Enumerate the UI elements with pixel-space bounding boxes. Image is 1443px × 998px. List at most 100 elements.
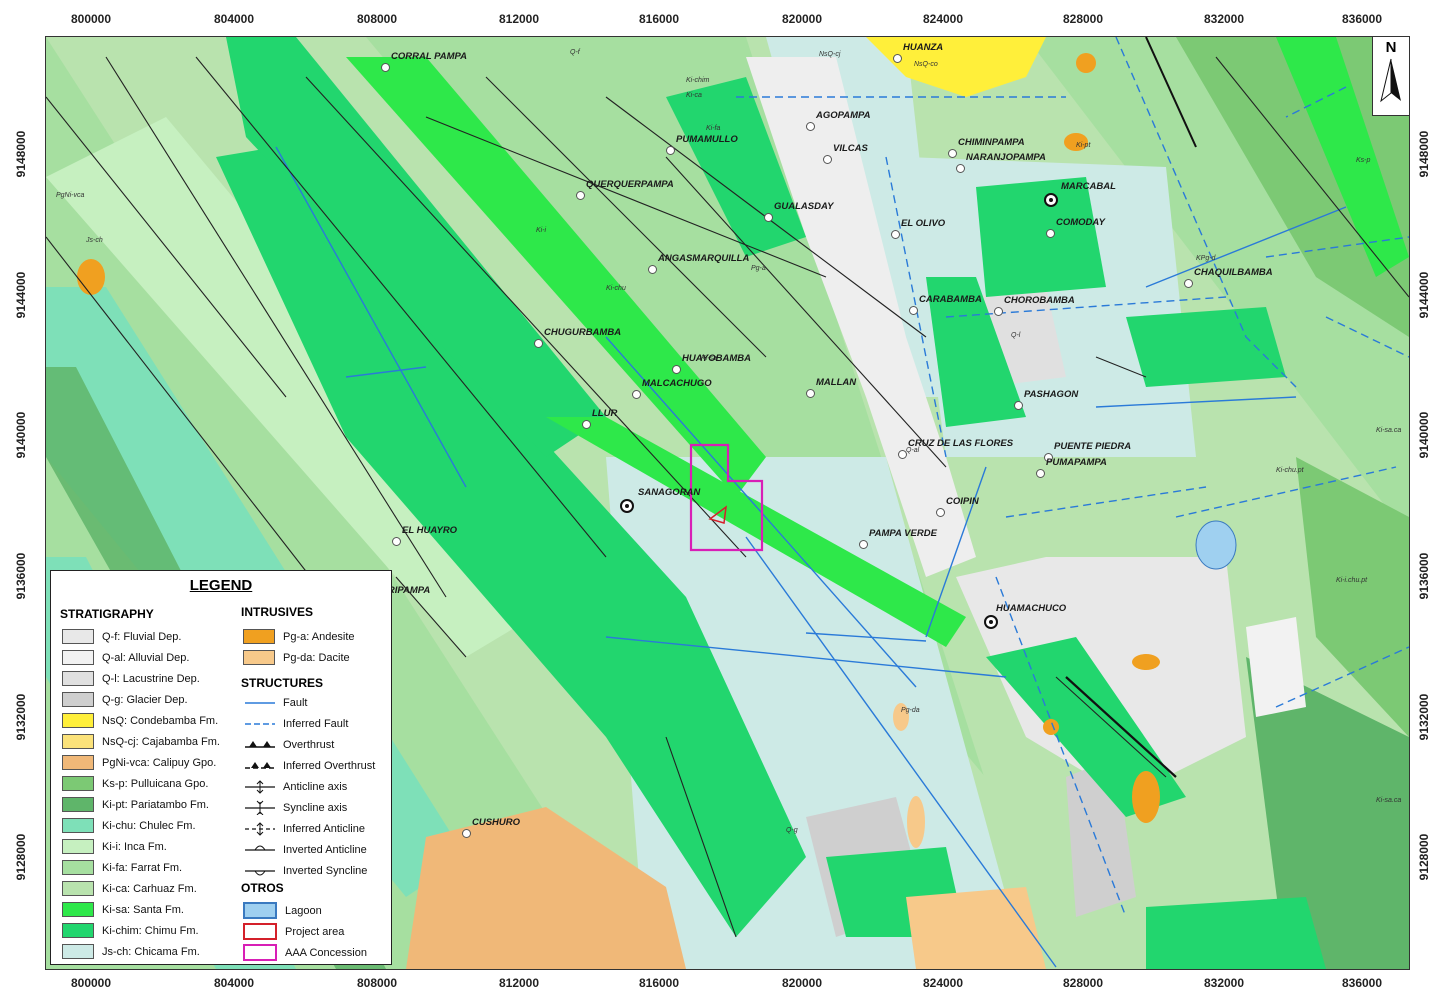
village-marker-icon bbox=[806, 389, 815, 398]
place-label[interactable]: GUALASDAY bbox=[774, 201, 833, 212]
map-figure: 800000 804000 808000 812000 816000 820000 8240… bbox=[0, 0, 1443, 998]
y-tick-label-right: 9148000 bbox=[1417, 130, 1431, 178]
legend-swatch bbox=[243, 629, 275, 644]
x-tick-label-top: 820000 bbox=[781, 12, 823, 26]
place-label[interactable]: MARCABAL bbox=[1061, 181, 1116, 192]
legend-label: Ki-chu: Chulec Fm. bbox=[102, 819, 196, 832]
place-label[interactable]: MALCACHUGO bbox=[642, 378, 712, 389]
unit-label: Ki-i bbox=[536, 227, 547, 234]
village-marker-icon bbox=[859, 540, 868, 549]
legend-swatch bbox=[62, 776, 94, 791]
place-label[interactable]: PAMPA VERDE bbox=[869, 528, 937, 539]
place-label[interactable]: COIPIN bbox=[946, 496, 979, 507]
place-label[interactable]: VILCAS bbox=[833, 143, 868, 154]
place-label[interactable]: CARABAMBA bbox=[919, 294, 982, 305]
x-tick-label-top: 836000 bbox=[1341, 12, 1383, 26]
place-label[interactable]: AGOPAMPA bbox=[816, 110, 871, 121]
unit-label: NsQ-co bbox=[914, 61, 938, 68]
place-label[interactable]: CHUGURBAMBA bbox=[544, 327, 621, 338]
place-label[interactable]: PUMAMULLO bbox=[676, 134, 738, 145]
legend-label: Q-al: Alluvial Dep. bbox=[102, 651, 190, 664]
legend-swatch bbox=[62, 881, 94, 896]
legend-otros-item: Project area bbox=[243, 923, 344, 940]
town-marker-icon bbox=[984, 615, 998, 629]
place-label[interactable]: LLUR bbox=[592, 408, 617, 419]
legend-structure-item: Inferred Overthrust bbox=[243, 757, 375, 774]
legend-stratigraphy-item: Ki-i: Inca Fm. bbox=[62, 838, 167, 855]
place-label[interactable]: HUAMACHUCO bbox=[996, 603, 1066, 614]
place-label[interactable]: SANAGORAN bbox=[638, 487, 700, 498]
village-marker-icon bbox=[764, 213, 773, 222]
unit-label: Ki-ca bbox=[686, 92, 702, 99]
legend-stratigraphy-item: Ki-sa: Santa Fm. bbox=[62, 901, 184, 918]
place-label[interactable]: CHIMINPAMPA bbox=[958, 137, 1025, 148]
legend-structure-item: Fault bbox=[243, 694, 307, 711]
x-tick-label-top: 808000 bbox=[356, 12, 398, 26]
unit-label: Ks-p bbox=[1356, 157, 1371, 164]
x-tick-label-bottom: 804000 bbox=[213, 976, 255, 990]
place-label[interactable]: PUMAPAMPA bbox=[1046, 457, 1107, 468]
legend-structure-item: Inferred Anticline bbox=[243, 820, 365, 837]
legend-stratigraphy-item: Q-l: Lacustrine Dep. bbox=[62, 670, 200, 687]
village-marker-icon bbox=[909, 306, 918, 315]
legend-stratigraphy-item: Ki-ca: Carhuaz Fm. bbox=[62, 880, 197, 897]
place-label[interactable]: CHAQUILBAMBA bbox=[1194, 267, 1273, 278]
place-label[interactable]: ANGASMARQUILLA bbox=[658, 253, 749, 264]
place-label[interactable]: HUANZA bbox=[903, 42, 943, 53]
legend-otros-item: Lagoon bbox=[243, 902, 322, 919]
x-tick-label-bottom: 808000 bbox=[356, 976, 398, 990]
unit-label: Ki-chu bbox=[606, 285, 626, 292]
village-marker-icon bbox=[576, 191, 585, 200]
legend-swatch bbox=[243, 923, 277, 940]
fault-icon bbox=[245, 702, 275, 704]
place-label[interactable]: MALLAN bbox=[816, 377, 856, 388]
village-marker-icon bbox=[648, 265, 657, 274]
legend-stratigraphy-item: PgNi-vca: Calipuy Gpo. bbox=[62, 754, 216, 771]
village-marker-icon bbox=[823, 155, 832, 164]
legend-label: Fault bbox=[283, 696, 308, 709]
place-label[interactable]: PASHAGON bbox=[1024, 389, 1078, 400]
legend-label: Ks-p: Pulluicana Gpo. bbox=[102, 777, 209, 790]
place-label[interactable]: COMODAY bbox=[1056, 217, 1105, 228]
stratigraphy-heading: STRATIGRAPHY bbox=[60, 607, 154, 621]
place-label[interactable]: HUAYOBAMBA bbox=[682, 353, 751, 364]
legend-label: Q-l: Lacustrine Dep. bbox=[102, 672, 200, 685]
place-label[interactable]: EL HUAYRO bbox=[402, 525, 457, 536]
legend-swatch bbox=[62, 629, 94, 644]
legend-swatch bbox=[243, 650, 275, 665]
legend: LEGEND STRATIGRAPHY INTRUSIVES STRUCTURE… bbox=[50, 570, 392, 965]
place-label[interactable]: CRUZ DE LAS FLORES bbox=[908, 438, 1013, 449]
legend-structure-item: Inferred Fault bbox=[243, 715, 348, 732]
legend-swatch bbox=[62, 860, 94, 875]
unit-label: Q-l bbox=[1011, 332, 1021, 339]
legend-label: Project area bbox=[285, 925, 345, 938]
legend-stratigraphy-item: NsQ: Condebamba Fm. bbox=[62, 712, 218, 729]
x-tick-label-bottom: 800000 bbox=[70, 976, 112, 990]
village-marker-icon bbox=[948, 149, 957, 158]
y-tick-label-right: 9136000 bbox=[1417, 552, 1431, 600]
place-label[interactable]: EL OLIVO bbox=[901, 218, 945, 229]
unit-label: Q-f bbox=[570, 49, 580, 56]
legend-swatch bbox=[243, 944, 277, 961]
place-label[interactable]: QUERQUERPAMPA bbox=[586, 179, 674, 190]
intrusives-heading: INTRUSIVES bbox=[241, 605, 314, 619]
village-marker-icon bbox=[994, 307, 1003, 316]
legend-label: Lagoon bbox=[285, 904, 322, 917]
y-tick-label-left: 9132000 bbox=[14, 693, 28, 741]
x-tick-label-top: 804000 bbox=[213, 12, 255, 26]
unit-label: Ki-chim bbox=[686, 77, 710, 84]
place-label[interactable]: CHOROBAMBA bbox=[1004, 295, 1075, 306]
unit-ki-chim-east bbox=[1126, 307, 1286, 387]
y-tick-label-left: 9148000 bbox=[14, 130, 28, 178]
x-tick-label-top: 812000 bbox=[498, 12, 540, 26]
village-marker-icon bbox=[534, 339, 543, 348]
place-label[interactable]: CUSHURO bbox=[472, 817, 520, 828]
village-marker-icon bbox=[893, 54, 902, 63]
legend-label: Ki-fa: Farrat Fm. bbox=[102, 861, 183, 874]
x-tick-label-bottom: 816000 bbox=[638, 976, 680, 990]
place-label[interactable]: CORRAL PAMPA bbox=[391, 51, 467, 62]
place-label[interactable]: NARANJOPAMPA bbox=[966, 152, 1046, 163]
legend-label: Inverted Syncline bbox=[283, 864, 368, 877]
place-label[interactable]: PUENTE PIEDRA bbox=[1054, 441, 1131, 452]
structures-heading: STRUCTURES bbox=[241, 676, 324, 690]
